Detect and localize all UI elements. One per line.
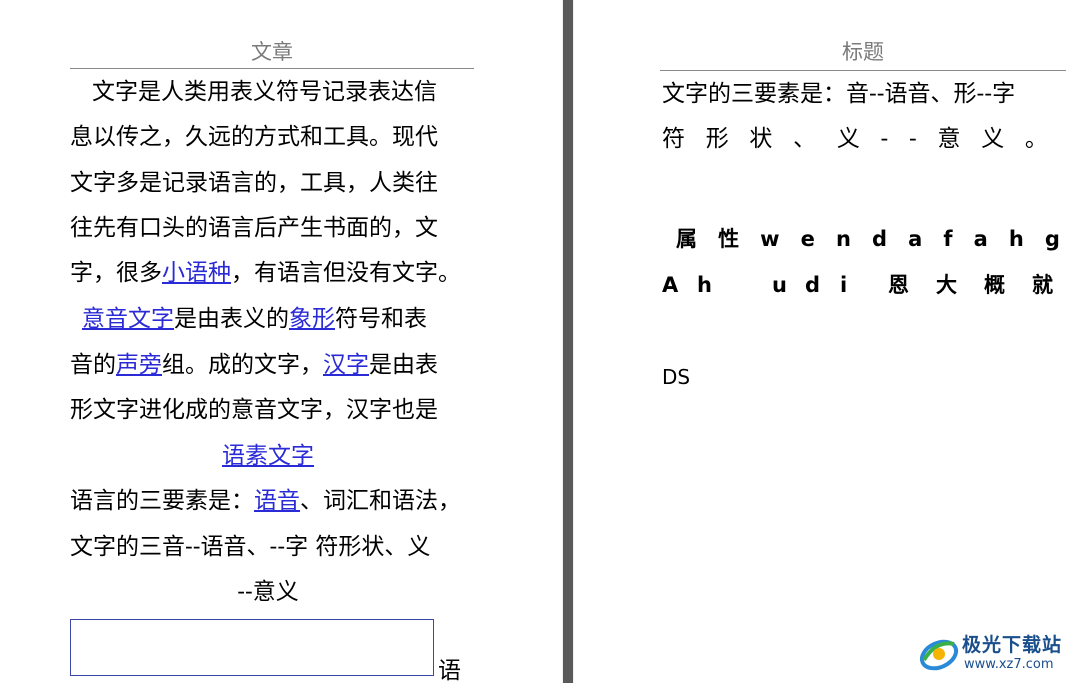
char: a — [908, 227, 923, 251]
char: - — [909, 126, 917, 152]
char: i — [840, 273, 848, 297]
paragraph-line-justified[interactable]: 符 形 状 、 义 - - 意 义 。 — [662, 124, 1048, 154]
char: 性 — [718, 227, 740, 251]
hyperlink-hanzi[interactable]: 汉字 — [323, 352, 369, 378]
char: 意 — [937, 126, 961, 152]
char: 概 — [984, 273, 1005, 297]
paragraph-line[interactable]: 语素文字 — [70, 441, 466, 471]
page-header[interactable]: 标题 — [660, 40, 1066, 64]
paragraph-line[interactable]: 语言的三要素是：语音、词汇和语法， — [70, 486, 461, 516]
char: 形 — [705, 126, 729, 152]
hyperlink-xiaoyuzhong[interactable]: 小语种 — [162, 260, 231, 286]
document-page-right[interactable]: 标题 文字的三要素是：音--语音、形--字 符 形 状 、 义 - - 意 义 … — [574, 0, 1077, 683]
paragraph-line[interactable]: 文字多是记录语言的，工具，人类往 — [70, 168, 438, 198]
hyperlink-yusuwenzi[interactable]: 语素文字 — [222, 443, 314, 469]
text-run: 符号和表 — [335, 306, 427, 332]
paragraph-line[interactable]: 形文字进化成的意音文字，汉字也是 — [70, 395, 438, 425]
hyperlink-xiangxing[interactable]: 象形 — [289, 306, 335, 332]
char: 属 — [676, 227, 697, 251]
char: h — [1008, 227, 1024, 251]
paragraph-line[interactable]: --意义 — [70, 577, 466, 607]
text-run: 是由表义的 — [174, 306, 289, 332]
paragraph-line[interactable]: 语 — [438, 656, 461, 683]
text-run: 字，很多 — [70, 260, 162, 286]
char: g — [1044, 227, 1060, 251]
paragraph-line[interactable]: 意音文字是由表义的象形符号和表 — [82, 304, 427, 334]
char: A — [662, 273, 679, 297]
char: f — [943, 227, 953, 251]
text-box[interactable] — [70, 619, 434, 676]
xz7-logo-icon — [919, 639, 959, 671]
text-run: ，有语言但没有文字。 — [231, 260, 461, 286]
bold-line[interactable]: 属 性 w e n d a f a h g — [676, 224, 1060, 254]
page-header[interactable]: 文章 — [70, 40, 474, 64]
hyperlink-yuyin[interactable]: 语音 — [254, 488, 300, 514]
char: 。 — [1024, 126, 1048, 152]
text-run: 语言的三要素是： — [70, 488, 254, 514]
paragraph-line[interactable]: 息以传之，久远的方式和工具。现代 — [70, 122, 438, 152]
char: 状 — [749, 126, 773, 152]
paragraph-line[interactable]: 文字的三音--语音、--字 符形状、义 — [70, 532, 430, 562]
char: h — [697, 273, 712, 297]
watermark-url: www.xz7.com — [964, 657, 1054, 672]
char: u — [772, 273, 787, 297]
paragraph-line[interactable]: 往先有口头的语言后产生书面的，文 — [70, 213, 438, 243]
paragraph-line[interactable]: 文字是人类用表义符号记录表达信 — [92, 77, 437, 107]
text-run: 组。成的文字， — [162, 352, 323, 378]
char: 义 — [836, 126, 860, 152]
char: 义 — [981, 126, 1005, 152]
text-run: 是由表 — [369, 352, 438, 378]
char: 、 — [793, 126, 817, 152]
char: d — [805, 273, 821, 297]
hyperlink-yiyinwenzi[interactable]: 意音文字 — [82, 306, 174, 332]
header-divider — [70, 68, 474, 69]
watermark-title: 极光下载站 — [962, 634, 1063, 656]
hyperlink-shengpang[interactable]: 声旁 — [116, 352, 162, 378]
char: a — [973, 227, 988, 251]
paragraph-line[interactable]: 音的声旁组。成的文字，汉字是由表 — [70, 350, 438, 380]
char: 符 — [662, 126, 685, 152]
watermark: 极光下载站 www.xz7.com — [918, 630, 1077, 680]
header-divider — [660, 70, 1066, 71]
char: 大 — [936, 273, 957, 297]
document-page-left[interactable]: 文章 文字是人类用表义符号记录表达信 息以传之，久远的方式和工具。现代 文字多是… — [0, 0, 562, 683]
char: - — [880, 126, 889, 152]
char: w — [760, 227, 780, 251]
paragraph-line[interactable]: DS — [662, 362, 690, 392]
char: n — [835, 227, 851, 251]
text-run: 音的 — [70, 352, 116, 378]
page-separator — [562, 0, 574, 683]
paragraph-line[interactable]: 文字的三要素是：音--语音、形--字 — [662, 79, 1015, 109]
char: 恩 — [888, 273, 909, 297]
char: d — [872, 227, 888, 251]
char: 就 — [1032, 273, 1053, 297]
paragraph-line[interactable]: 字，很多小语种，有语言但没有文字。 — [70, 258, 461, 288]
text-run: 、词汇和语法， — [300, 488, 461, 514]
char: e — [800, 227, 815, 251]
